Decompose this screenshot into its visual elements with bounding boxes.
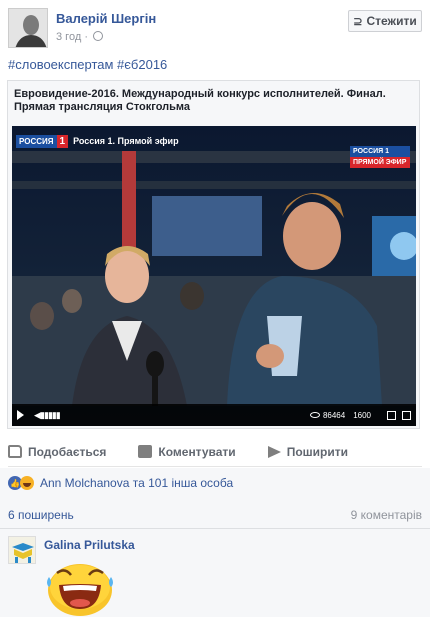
volume-icon[interactable]: ◀▮▮▮▮▮: [34, 410, 61, 421]
rss-icon: ⊇: [353, 15, 363, 28]
post-header: Валерій Шергін 3 год · ⊇ Стежити: [8, 8, 422, 48]
channel-caption: Россия 1. Прямой эфир: [73, 136, 179, 146]
reactions-summary[interactable]: 👍 Ann Molchanova та 101 інша особа: [8, 476, 233, 490]
time-separator: ·: [84, 31, 88, 43]
haha-reaction-icon: [20, 476, 34, 490]
like-label: Подобається: [28, 444, 107, 459]
follow-label: Стежити: [366, 14, 417, 28]
author-avatar-image: [9, 9, 47, 47]
comment-button[interactable]: Коментувати: [138, 444, 236, 459]
shared-video-title[interactable]: Евровидение-2016. Международный конкурс …: [14, 88, 414, 114]
author-avatar[interactable]: [8, 8, 48, 48]
post-time[interactable]: 3 год: [56, 31, 81, 43]
settings-icon[interactable]: [387, 410, 396, 420]
channel-logo-text: РОССИЯ: [16, 134, 57, 148]
commenter-avatar-image: [9, 537, 35, 563]
eye-icon: [309, 412, 320, 418]
live-badge: РОССИЯ 1 ПРЯМОЙ ЭФИР: [350, 146, 410, 168]
commenter-name[interactable]: Galina Prilutska: [44, 538, 135, 552]
author-name[interactable]: Валерій Шергін: [56, 11, 156, 26]
facebook-post: Валерій Шергін 3 год · ⊇ Стежити #словое…: [0, 0, 430, 617]
shares-count[interactable]: 6 поширень: [8, 508, 74, 522]
action-bar: Подобається Коментувати Поширити: [8, 437, 422, 467]
shared-video-card[interactable]: Евровидение-2016. Международный конкурс …: [7, 80, 420, 429]
share-button[interactable]: Поширити: [267, 444, 348, 459]
fullscreen-icon[interactable]: [402, 410, 411, 420]
viewer-count: 86464: [309, 410, 346, 420]
live-badge-status: ПРЯМОЙ ЭФИР: [350, 157, 410, 168]
post-hashtags[interactable]: #словоекспертам #єб2016: [8, 57, 167, 72]
comment-icon: [138, 445, 153, 458]
video-player[interactable]: РОССИЯ 1 Россия 1. Прямой эфир РОССИЯ 1 …: [12, 126, 416, 426]
live-badge-channel: РОССИЯ 1: [350, 146, 410, 157]
laughing-emoji-sticker: [47, 564, 113, 616]
comments-count[interactable]: 9 коментарів: [351, 508, 422, 522]
channel-logo: РОССИЯ 1 Россия 1. Прямой эфир: [16, 134, 179, 148]
channel-logo-number: 1: [56, 134, 69, 148]
video-controls: ◀▮▮▮▮▮ 86464 1600: [12, 404, 416, 426]
viewer-count-value: 86464: [322, 410, 346, 420]
play-icon[interactable]: [17, 410, 24, 420]
share-arrow-icon: [267, 445, 281, 458]
post-stats: 6 поширень 9 коментарів: [8, 508, 422, 522]
reactions-text[interactable]: Ann Molchanova та 101 інша особа: [40, 476, 233, 490]
video-frame: [12, 126, 416, 426]
commenter-avatar[interactable]: [8, 536, 36, 564]
divider: [0, 528, 430, 529]
like-button[interactable]: Подобається: [8, 445, 106, 459]
quality-setting[interactable]: 1600: [353, 411, 371, 420]
globe-icon: [93, 31, 104, 41]
follow-button[interactable]: ⊇ Стежити: [348, 10, 422, 32]
post-meta: 3 год ·: [56, 31, 104, 43]
thumbs-up-icon: [8, 445, 22, 458]
comment-label: Коментувати: [158, 444, 236, 459]
share-label: Поширити: [286, 444, 348, 459]
